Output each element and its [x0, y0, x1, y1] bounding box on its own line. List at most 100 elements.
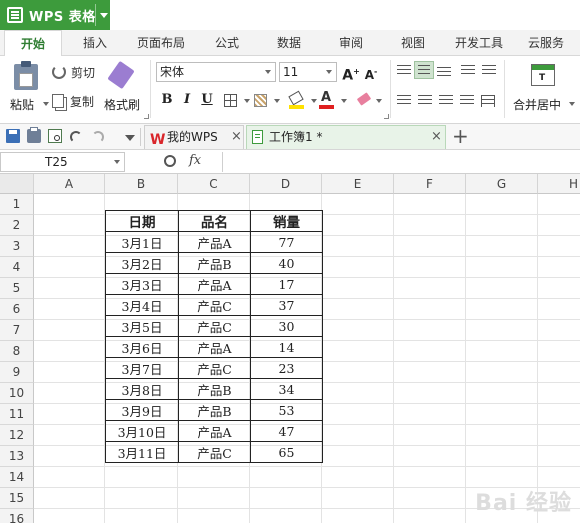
table-cell[interactable]: 77 [250, 231, 323, 253]
row-header-2[interactable]: 2 [0, 215, 34, 236]
row-header-3[interactable]: 3 [0, 236, 34, 257]
cut-button[interactable]: 剪切 [52, 62, 95, 82]
table-cell[interactable]: 37 [250, 294, 323, 316]
dialog-launcher-icon[interactable] [384, 114, 389, 119]
column-header-c[interactable]: C [178, 174, 250, 194]
row-header-12[interactable]: 12 [0, 425, 34, 446]
table-cell[interactable]: 产品B [178, 252, 251, 274]
table-cell[interactable]: 产品C [178, 315, 251, 337]
tab-data[interactable]: 数据 [264, 30, 314, 56]
font-name-select[interactable]: 宋体 [156, 62, 276, 82]
table-header-cell[interactable]: 日期 [105, 210, 179, 232]
indent-increase-icon[interactable] [482, 65, 496, 77]
table-cell[interactable]: 30 [250, 315, 323, 337]
table-cell[interactable]: 3月5日 [105, 315, 179, 337]
align-right-icon[interactable] [439, 95, 453, 107]
zoom-function-icon[interactable] [164, 155, 176, 167]
table-cell[interactable]: 产品A [178, 336, 251, 358]
table-cell[interactable]: 产品C [178, 294, 251, 316]
table-cell[interactable]: 3月2日 [105, 252, 179, 274]
redo-icon[interactable] [92, 131, 104, 143]
tab-home[interactable]: 开始 [4, 30, 62, 57]
column-header-e[interactable]: E [322, 174, 394, 194]
table-cell[interactable]: 14 [250, 336, 323, 358]
paste-button[interactable]: 粘贴 [8, 61, 49, 116]
select-all-corner[interactable] [0, 174, 34, 194]
row-header-1[interactable]: 1 [0, 194, 34, 215]
table-cell[interactable]: 3月6日 [105, 336, 179, 358]
tab-workbook[interactable]: 工作簿1 * × [246, 125, 446, 149]
fill-color-button[interactable] [288, 90, 317, 110]
close-icon[interactable]: × [231, 126, 242, 148]
row-header-6[interactable]: 6 [0, 299, 34, 320]
save-icon[interactable] [6, 129, 20, 143]
dialog-launcher-icon[interactable] [144, 114, 149, 119]
table-cell[interactable]: 产品C [178, 357, 251, 379]
tab-view[interactable]: 视图 [388, 30, 438, 56]
table-cell[interactable]: 17 [250, 273, 323, 295]
tab-cloud[interactable]: 云服务 [518, 30, 574, 56]
table-cell[interactable]: 3月9日 [105, 399, 179, 421]
row-header-15[interactable]: 15 [0, 488, 34, 509]
column-header-d[interactable]: D [250, 174, 322, 194]
table-cell[interactable]: 产品C [178, 441, 251, 463]
data-table[interactable]: 日期 品名 销量 3月1日 产品A 77 3月2日 产品B 40 3月3日 产品A 17 3月4日 产品C… [105, 210, 323, 463]
bold-button[interactable]: B [158, 91, 176, 109]
align-middle-icon[interactable] [414, 61, 434, 79]
tab-review[interactable]: 审阅 [326, 30, 376, 56]
row-header-4[interactable]: 4 [0, 257, 34, 278]
column-header-a[interactable]: A [34, 174, 105, 194]
tab-developer[interactable]: 开发工具 [448, 30, 510, 56]
table-cell[interactable]: 34 [250, 378, 323, 400]
underline-button[interactable]: U [198, 91, 216, 109]
row-header-8[interactable]: 8 [0, 341, 34, 362]
tab-formula[interactable]: 公式 [202, 30, 252, 56]
table-cell[interactable]: 3月11日 [105, 441, 179, 463]
table-cell[interactable]: 3月7日 [105, 357, 179, 379]
italic-button[interactable]: I [178, 91, 196, 109]
fill-pattern-button[interactable] [252, 92, 280, 110]
column-header-b[interactable]: B [105, 174, 178, 194]
merge-center-button[interactable]: T 合并居中 [510, 62, 576, 116]
align-center-icon[interactable] [418, 95, 432, 107]
row-header-16[interactable]: 16 [0, 509, 34, 523]
table-cell[interactable]: 40 [250, 252, 323, 274]
table-cell[interactable]: 3月8日 [105, 378, 179, 400]
print-icon[interactable] [27, 127, 41, 143]
row-header-10[interactable]: 10 [0, 383, 34, 404]
table-cell[interactable]: 产品A [178, 420, 251, 442]
table-cell[interactable]: 产品A [178, 231, 251, 253]
align-bottom-icon[interactable] [437, 67, 451, 79]
font-color-button[interactable]: A [318, 90, 347, 110]
table-cell[interactable]: 3月10日 [105, 420, 179, 442]
tab-my-wps[interactable]: W 我的WPS × [144, 125, 244, 149]
print-preview-icon[interactable] [48, 129, 62, 143]
column-header-f[interactable]: F [394, 174, 466, 194]
spreadsheet-grid[interactable]: ABCDEFGH 1 2 3 4 5 6 7 8 9 10 11 12 13 14 15 16 日期 品名 销量 3… [0, 174, 580, 523]
row-header-14[interactable]: 14 [0, 467, 34, 488]
tab-page-layout[interactable]: 页面布局 [128, 30, 194, 56]
table-cell[interactable]: 53 [250, 399, 323, 421]
copy-button[interactable]: 复制 [52, 91, 94, 111]
formula-input[interactable] [222, 152, 578, 172]
table-cell[interactable]: 23 [250, 357, 323, 379]
row-header-9[interactable]: 9 [0, 362, 34, 383]
table-header-cell[interactable]: 销量 [250, 210, 323, 232]
tab-insert[interactable]: 插入 [68, 30, 122, 56]
clear-format-button[interactable] [356, 92, 382, 110]
distributed-align-icon[interactable] [481, 95, 495, 107]
decrease-font-icon[interactable]: A- [362, 63, 380, 82]
table-cell[interactable]: 产品B [178, 378, 251, 400]
table-cell[interactable]: 3月1日 [105, 231, 179, 253]
align-left-icon[interactable] [397, 95, 411, 107]
name-box[interactable]: T25 [0, 152, 125, 172]
row-header-11[interactable]: 11 [0, 404, 34, 425]
align-top-icon[interactable] [397, 65, 411, 77]
column-header-h[interactable]: H [538, 174, 580, 194]
chevron-down-icon[interactable] [100, 13, 108, 18]
table-cell[interactable]: 产品A [178, 273, 251, 295]
customize-chevron-icon[interactable] [125, 135, 135, 141]
app-menu-button[interactable]: WPS 表格 [0, 0, 110, 30]
increase-font-icon[interactable]: A+ [342, 63, 360, 84]
table-cell[interactable]: 产品B [178, 399, 251, 421]
